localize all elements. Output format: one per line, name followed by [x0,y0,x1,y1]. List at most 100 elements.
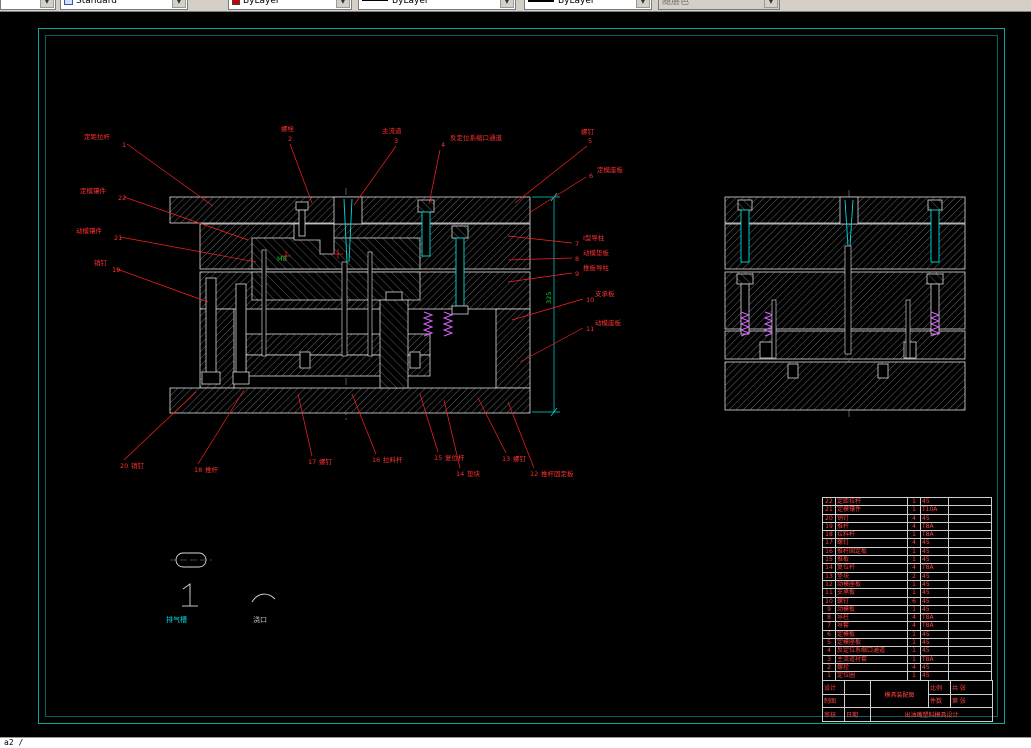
callout-number-5[interactable]: 5 [588,137,592,145]
bolt-head [738,200,752,210]
leader-line-19[interactable] [117,269,208,302]
callout-label-8[interactable]: 动模垫板 [583,248,610,257]
top-toolbar: ▼ Standard ▼ ByLayer ▼ ByLayer ▼ ByLayer… [0,0,1031,12]
dimension-note-1[interactable]: M8 [277,255,287,263]
callout-number-14[interactable]: 14 [456,470,464,478]
callout-number-3[interactable]: 3 [394,137,398,145]
status-bar[interactable]: a2 / [0,737,1031,748]
bottom-clamp-plate [170,388,530,413]
callout-number-22[interactable]: 22 [118,194,126,202]
bolt-head [927,274,943,284]
callout-number-4[interactable]: 4 [441,141,445,149]
callout-number-20[interactable]: 20 [120,462,128,470]
callout-number-18[interactable]: 18 [194,466,202,474]
status-text: a2 / [4,738,23,747]
callout-number-17[interactable]: 17 [308,458,316,466]
partial-combo[interactable]: ▼ [0,0,56,10]
chevron-down-icon[interactable]: ▼ [636,0,650,8]
parts-row-20: 20销钉445 [823,515,992,523]
chevron-down-icon[interactable]: ▼ [500,0,514,8]
callout-number-19[interactable]: 19 [112,266,120,274]
callout-label-21[interactable]: 动模镶件 [76,226,103,235]
callout-label-18[interactable]: 推杆 [205,465,219,474]
chevron-down-icon[interactable]: ▼ [764,0,778,8]
callout-label-19[interactable]: 销钉 [94,258,108,267]
callout-number-15[interactable]: 15 [434,454,442,462]
lineweight-combo[interactable]: ByLayer ▼ [524,0,652,10]
main-section-view[interactable] [170,188,560,420]
tb-draft-value [845,694,871,708]
parts-row-7: 7导套4T8A [823,622,992,630]
plot-style-combo[interactable]: 随层色 ▼ [658,0,780,10]
sprue-bushing [840,197,858,224]
callout-label-13[interactable]: 螺钉 [513,454,527,463]
screw-head [296,202,308,210]
callout-label-5[interactable]: 螺钉 [581,127,595,136]
callout-label-1[interactable]: 定距拉杆 [84,132,111,141]
chevron-down-icon[interactable]: ▼ [336,0,350,8]
detail-sketches[interactable] [170,553,275,606]
side-section-view[interactable] [725,190,965,418]
leader-line-2[interactable] [290,144,312,203]
leader-line-3[interactable] [354,146,396,205]
gate-detail [183,584,190,594]
callout-number-6[interactable]: 6 [589,172,593,180]
callout-label-6[interactable]: 定模座板 [597,165,624,174]
return-spring [444,312,452,336]
callout-label-9[interactable]: 推板导柱 [583,263,610,272]
dimension-note-0[interactable]: 325 [545,292,553,304]
bolt-head [418,200,434,212]
callout-number-10[interactable]: 10 [586,296,594,304]
parts-row-16: 16推杆固定板145 [823,548,992,556]
callout-label-20[interactable]: 销钉 [131,461,145,470]
guide-pillar-base [233,372,249,384]
callout-label-17[interactable]: 螺钉 [319,457,333,466]
callout-label-15[interactable]: 复位杆 [445,453,465,462]
cavity-insert [252,238,420,269]
color-combo[interactable]: ByLayer ▼ [228,0,352,10]
callout-label-11[interactable]: 动模座板 [595,318,622,327]
callout-number-2[interactable]: 2 [288,135,292,143]
leader-line-6[interactable] [529,177,586,213]
tb-scale-label: 比例 [929,681,951,695]
leader-line-5[interactable] [515,146,587,203]
callout-label-3[interactable]: 主流道 [382,126,402,135]
callout-label-7[interactable]: Ⅰ型导柱 [583,233,605,242]
pin-retainer [760,342,772,358]
tb-design-label: 设计 [823,681,845,695]
parts-row-22: 22定距拉杆145 [823,498,992,506]
parts-row-18: 18拉料杆1T8A [823,531,992,539]
parts-row-14: 14复位杆4T8A [823,564,992,572]
support-pillar-cap [386,292,402,300]
callout-number-1[interactable]: 1 [122,141,126,149]
ejector-pin [772,300,776,358]
parts-row-5: 5定模座板145 [823,639,992,647]
callout-number-12[interactable]: 12 [530,470,538,478]
leader-line-4[interactable] [429,150,440,204]
parts-row-19: 19推杆4T8A [823,523,992,531]
linetype-combo[interactable]: ByLayer ▼ [358,0,516,10]
chevron-down-icon[interactable]: ▼ [40,0,54,8]
parts-row-15: 15推板145 [823,556,992,564]
callout-label-22[interactable]: 定模镶件 [80,186,107,195]
bolt-shaft [741,210,749,262]
callout-label-4[interactable]: 反定位系缩口通道 [450,133,503,142]
callout-label-12[interactable]: 推杆固定板 [541,469,574,478]
callout-label-2[interactable]: 螺栓 [281,124,295,133]
bolt-head [452,226,468,238]
text-style-combo[interactable]: Standard ▼ [60,0,188,10]
detail-label-0[interactable]: 排气槽 [166,615,187,624]
callout-number-11[interactable]: 11 [586,325,594,333]
callout-number-7[interactable]: 7 [575,240,579,248]
leader-line-20[interactable] [124,392,196,460]
chevron-down-icon[interactable]: ▼ [172,0,186,8]
callout-number-8[interactable]: 8 [575,255,579,263]
callout-label-10[interactable]: 支承板 [595,289,615,298]
detail-label-1[interactable]: 浇口 [253,615,267,624]
callout-label-16[interactable]: 拉料杆 [383,455,403,464]
callout-number-9[interactable]: 9 [575,270,579,278]
callout-number-21[interactable]: 21 [114,234,122,242]
callout-label-14[interactable]: 垫块 [467,469,481,478]
callout-number-13[interactable]: 13 [502,455,510,463]
callout-number-16[interactable]: 16 [372,456,380,464]
